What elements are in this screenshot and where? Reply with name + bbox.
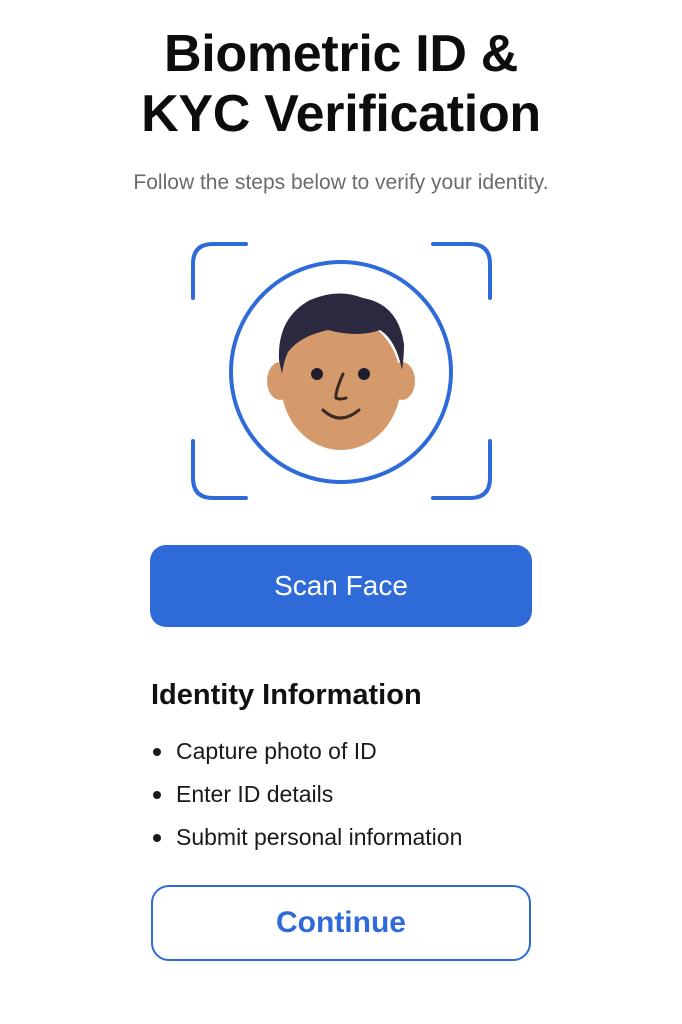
list-item-label: Capture photo of ID [176, 738, 377, 764]
page-title-line-1: Biometric ID & [163, 25, 519, 83]
eye-left [311, 368, 323, 380]
corner-bottom-left [191, 439, 248, 500]
page-title: Biometric ID & KYC Verification [0, 24, 682, 144]
scan-face-button[interactable]: Scan Face [150, 545, 532, 627]
list-item: Enter ID details [151, 773, 462, 816]
face-scan-frame-icon [191, 242, 492, 500]
identity-section-title: Identity Information [151, 679, 422, 711]
corner-top-right [431, 242, 492, 300]
page-subtitle: Follow the steps below to verify your id… [133, 171, 549, 194]
bullet-icon [153, 834, 161, 842]
continue-button[interactable]: Continue [151, 885, 531, 961]
bullet-icon [153, 791, 161, 799]
page-title-line-2: KYC Verification [141, 85, 541, 143]
list-item-label: Enter ID details [176, 781, 334, 807]
list-item: Capture photo of ID [151, 730, 462, 773]
corner-bottom-right [431, 439, 492, 500]
identity-steps-list: Capture photo of ID Enter ID details Sub… [151, 730, 462, 859]
list-item: Submit personal information [151, 816, 462, 859]
bullet-icon [153, 748, 161, 756]
face-scanner [188, 240, 494, 502]
list-item-label: Submit personal information [176, 824, 463, 850]
corner-top-left [191, 242, 248, 300]
eye-right [358, 368, 370, 380]
